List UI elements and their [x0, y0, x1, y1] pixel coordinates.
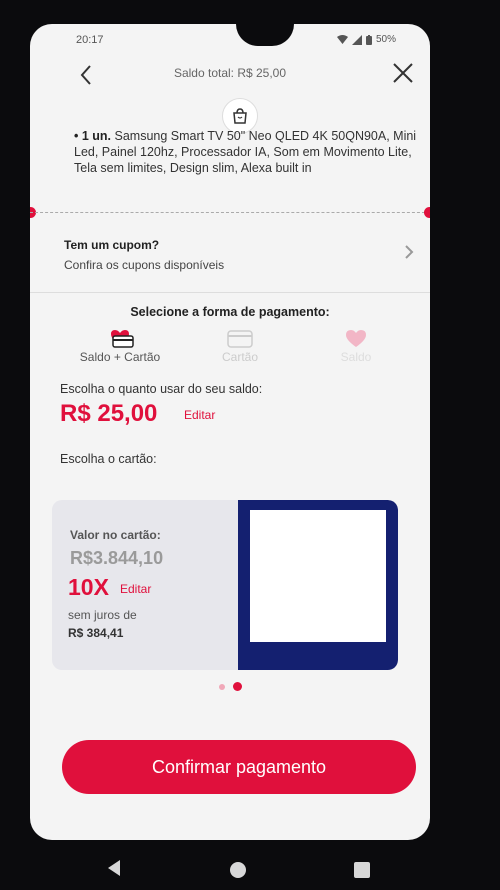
pager-dot[interactable] — [218, 683, 225, 690]
nav-home-icon[interactable] — [230, 862, 246, 878]
dashed-divider — [30, 212, 430, 213]
product-summary: • 1 un. Samsung Smart TV 50" Neo QLED 4K… — [74, 128, 424, 176]
installment-value: R$ 384,41 — [68, 626, 124, 640]
heart-card-icon — [111, 330, 134, 348]
chevron-right-icon — [405, 245, 414, 259]
payment-method-tabs: Saldo + Cartão Cartão Saldo — [30, 330, 430, 370]
balance-amount: R$ 25,00 — [60, 400, 158, 427]
header: Saldo total: R$ 25,00 — [30, 56, 430, 96]
card-redacted-area — [250, 510, 386, 642]
battery-icon — [365, 34, 372, 45]
product-description: Samsung Smart TV 50" Neo QLED 4K 50QN90A… — [74, 129, 417, 175]
card-carousel-item[interactable]: Valor no cartão: R$3.844,10 10X Editar s… — [52, 500, 398, 670]
edit-amount-link[interactable]: Editar — [184, 408, 215, 422]
no-interest-label: sem juros de — [68, 608, 137, 622]
nav-recents-icon[interactable] — [354, 862, 370, 878]
credit-card-image — [238, 500, 398, 670]
pager-dot-active[interactable] — [232, 682, 242, 691]
android-nav-bar — [0, 850, 500, 890]
coupon-subtitle: Confira os cupons disponíveis — [64, 258, 225, 272]
wifi-icon — [336, 35, 348, 44]
card-amount-value: R$3.844,10 — [70, 548, 164, 568]
choose-amount-label: Escolha o quanto usar do seu saldo: — [60, 382, 263, 396]
ticket-notch-right — [424, 207, 430, 218]
product-quantity: • 1 un. — [74, 129, 112, 143]
battery-level: 50% — [375, 34, 396, 45]
nav-back-icon[interactable] — [106, 859, 122, 877]
close-icon — [393, 63, 413, 83]
tab-cartao[interactable]: Cartão — [210, 330, 270, 364]
payment-method-title: Selecione a forma de pagamento: — [130, 305, 330, 319]
signal-icon — [351, 34, 362, 45]
credit-card-icon — [227, 330, 253, 348]
coupon-row[interactable]: Tem um cupom? Confira os cupons disponív… — [30, 226, 430, 286]
card-amount-label: Valor no cartão: — [70, 528, 161, 542]
section-divider — [30, 292, 430, 293]
status-bar: 20:17 50% — [76, 34, 396, 50]
tab-label: Cartão — [221, 350, 259, 364]
tab-saldo-cartao[interactable]: Saldo + Cartão — [70, 330, 170, 364]
tab-label: Saldo + Cartão — [79, 350, 161, 364]
carousel-pager — [30, 682, 430, 691]
tab-saldo[interactable]: Saldo — [326, 330, 386, 364]
tab-label: Saldo — [340, 350, 372, 364]
coupon-title: Tem um cupom? — [64, 238, 160, 252]
phone-screen: 20:17 50% Saldo total: R$ 25,00 • 1 un. … — [30, 24, 430, 840]
choose-card-label: Escolha o cartão: — [60, 452, 157, 466]
status-icons: 50% — [336, 34, 396, 45]
confirm-payment-button[interactable]: Confirmar pagamento — [62, 740, 416, 794]
heart-icon — [346, 330, 366, 347]
status-time: 20:17 — [76, 34, 104, 46]
installments-count: 10X — [68, 574, 109, 600]
total-balance: Saldo total: R$ 25,00 — [173, 66, 287, 80]
close-button[interactable] — [390, 60, 416, 86]
edit-installments-link[interactable]: Editar — [120, 582, 151, 596]
